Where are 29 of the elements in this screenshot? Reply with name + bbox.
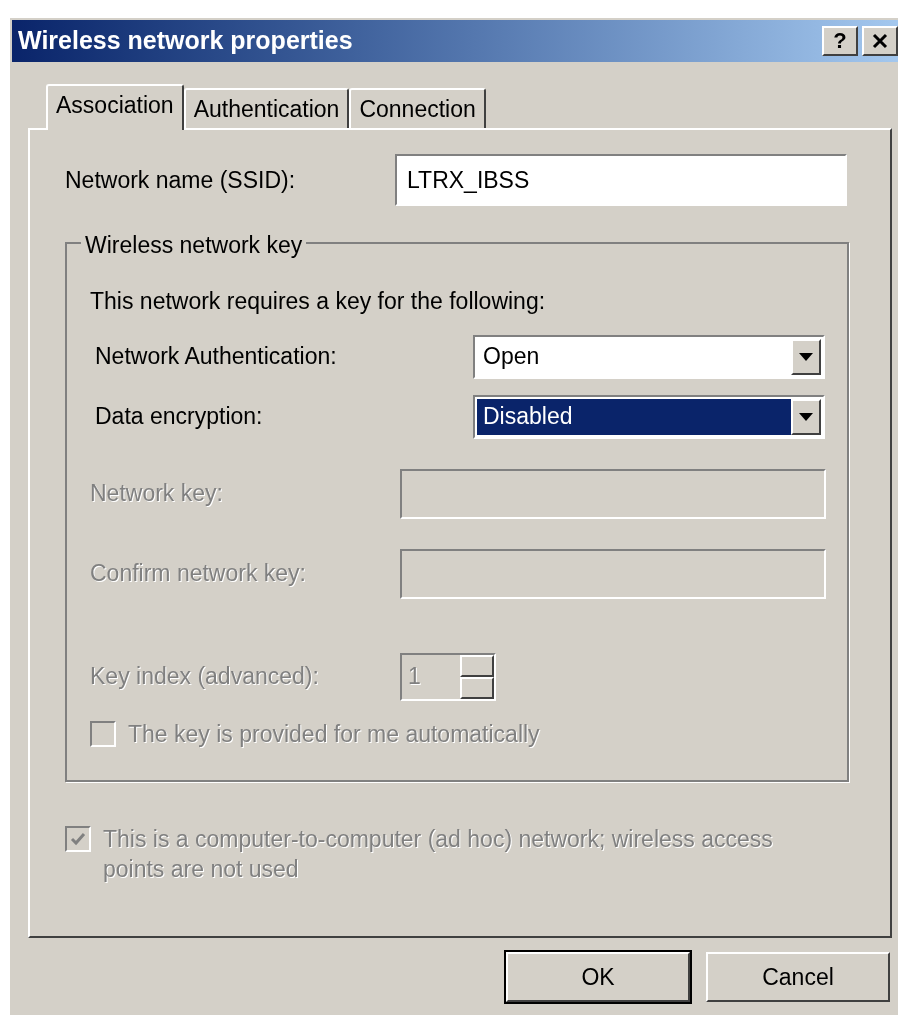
field-label: Confirm network key: — [90, 559, 307, 589]
dropdown-arrow-button[interactable] — [791, 398, 821, 435]
help-button[interactable]: ? — [822, 26, 858, 56]
dropdown-arrow-button[interactable] — [791, 338, 821, 375]
close-button[interactable] — [862, 26, 898, 56]
dropdown[interactable]: Disabled — [473, 394, 825, 439]
dropdown-arrow-icon — [799, 412, 813, 421]
checkmark-icon — [70, 832, 86, 846]
dropdown[interactable]: Open — [473, 334, 825, 379]
window-title: Wireless network properties — [18, 25, 353, 57]
checkbox-label: This is a computer-to-computer (ad hoc) network; wireless access points are not used — [103, 825, 774, 884]
dialog-button[interactable]: OK — [506, 952, 690, 1002]
field-label: Network key: — [90, 479, 224, 509]
tab[interactable]: Association — [46, 84, 184, 130]
tab[interactable]: Connection — [349, 88, 486, 128]
spin-value: 1 — [407, 662, 422, 692]
tab[interactable]: Authentication — [183, 88, 350, 128]
dropdown-value: Open — [482, 342, 541, 372]
intro-text: This network requires a key for the following: — [90, 287, 547, 316]
ssid-field[interactable]: LTRX_IBSS — [395, 154, 847, 206]
field-label: Data encryption: — [95, 402, 264, 432]
close-icon — [872, 33, 888, 49]
field-label: Network Authentication: — [95, 342, 338, 372]
field-label: Network name (SSID): — [65, 165, 297, 195]
dropdown-value: Disabled — [477, 398, 791, 435]
dialog-button[interactable]: Cancel — [706, 952, 890, 1002]
field-label: Key index (advanced): — [90, 662, 320, 692]
dropdown-arrow-icon — [799, 352, 813, 361]
checkbox-label: The key is provided for me automatically — [128, 719, 540, 749]
